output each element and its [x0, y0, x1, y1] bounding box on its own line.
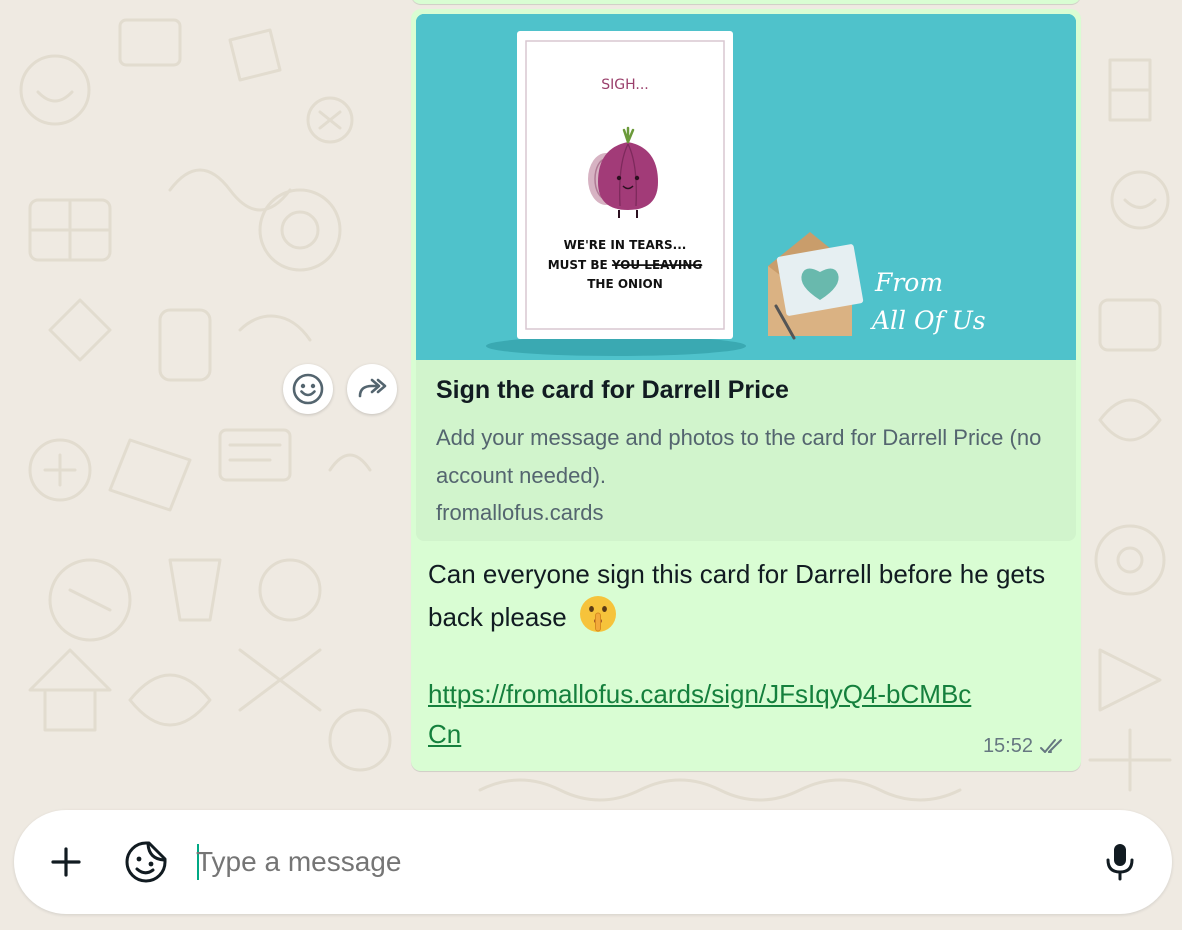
forward-icon — [358, 378, 387, 398]
voice-message-button[interactable] — [1096, 838, 1144, 886]
link-preview-title[interactable]: Sign the card for Darrell Price — [436, 376, 789, 405]
double-check-icon — [1040, 738, 1062, 753]
microphone-icon — [1106, 844, 1134, 881]
card-line-3: THE ONION — [587, 277, 663, 291]
link-preview[interactable]: SIGH... WE'RE IN TEARS... MUST BE YOU LE… — [416, 14, 1076, 541]
message-composer — [14, 810, 1172, 914]
message-link[interactable]: https://fromallofus.cards/sign/JFsIqyQ4-… — [428, 674, 988, 754]
brand-line-1: From — [874, 268, 943, 297]
previous-message-bubble — [411, 0, 1081, 4]
message-meta: 15:52 — [983, 735, 1067, 758]
link-preview-image: SIGH... WE'RE IN TEARS... MUST BE YOU LE… — [416, 14, 1076, 360]
sticker-icon — [125, 841, 167, 883]
outgoing-message-bubble[interactable]: SIGH... WE'RE IN TEARS... MUST BE YOU LE… — [411, 9, 1081, 771]
link-preview-domain: fromallofus.cards — [436, 500, 604, 525]
link-preview-description: Add your message and photos to the card … — [436, 425, 1042, 488]
shushing-face-emoji — [580, 596, 616, 632]
plus-icon — [51, 847, 81, 877]
react-emoji-button[interactable] — [283, 364, 333, 414]
attach-button[interactable] — [42, 838, 90, 886]
message-time: 15:52 — [982, 735, 1033, 757]
card-line-1: WE'RE IN TEARS... — [564, 238, 687, 252]
message-body: Can everyone sign this card for Darrell … — [428, 554, 1068, 637]
brand-line-2: All Of Us — [870, 306, 986, 335]
card-line-2-prefix: MUST BE — [548, 258, 612, 272]
message-input[interactable] — [196, 840, 1066, 884]
message-text: Can everyone sign this card for Darrell … — [428, 559, 1046, 632]
card-top-text: SIGH... — [601, 77, 649, 93]
sticker-button[interactable] — [122, 838, 170, 886]
smiley-icon — [292, 373, 324, 405]
forward-message-button[interactable] — [347, 364, 397, 414]
